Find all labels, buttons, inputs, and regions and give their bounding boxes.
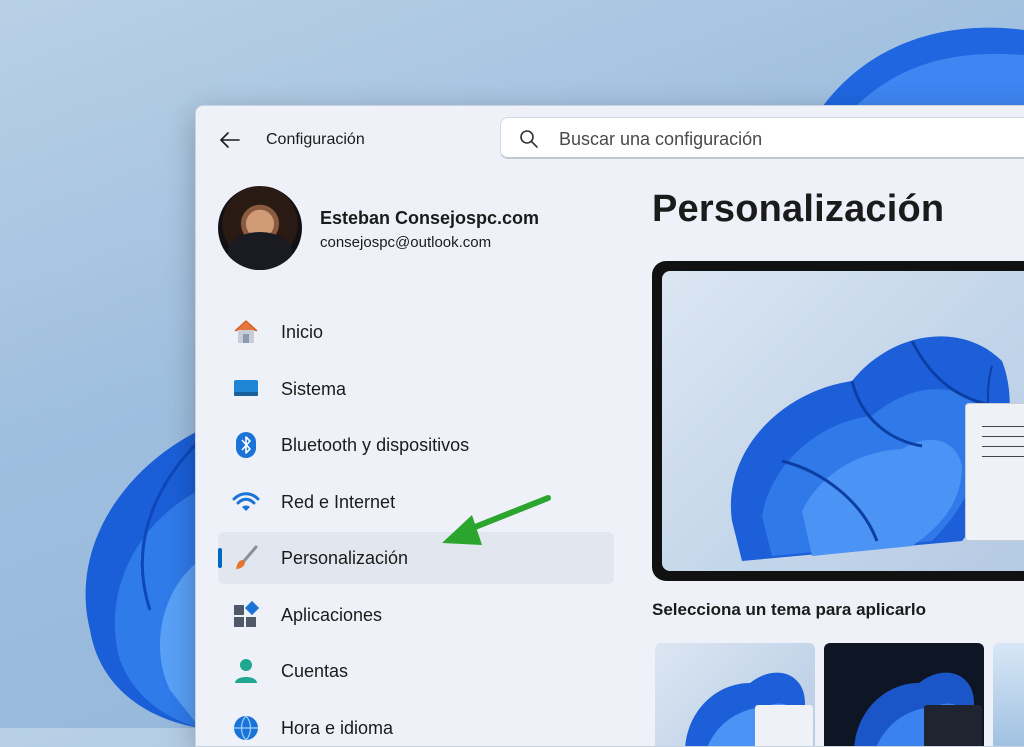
sidebar-item-label: Sistema <box>281 379 346 400</box>
wallpaper-bloom-left <box>0 430 200 728</box>
sidebar-item-label: Inicio <box>281 322 323 343</box>
sidebar-item-label: Hora e idioma <box>281 718 393 739</box>
sidebar-item-cuentas[interactable]: Cuentas <box>218 645 614 697</box>
search-input[interactable] <box>557 118 1024 160</box>
search-icon <box>519 129 539 149</box>
apps-icon <box>232 601 260 629</box>
search-box[interactable] <box>500 117 1024 159</box>
theme-light-bloom <box>655 643 815 747</box>
selection-indicator <box>218 548 222 568</box>
annotation-arrow <box>430 493 555 558</box>
sidebar-item-label: Personalización <box>281 548 408 569</box>
sidebar-item-inicio[interactable]: Inicio <box>218 306 614 358</box>
back-button[interactable] <box>216 126 244 154</box>
page-title: Personalización <box>652 188 944 231</box>
sidebar-item-label: Red e Internet <box>281 492 395 513</box>
wallpaper-preview <box>662 271 1024 571</box>
avatar <box>218 186 302 270</box>
account-icon <box>232 657 260 685</box>
sidebar-item-aplicaciones[interactable]: Aplicaciones <box>218 589 614 641</box>
sidebar-item-bluetooth[interactable]: Bluetooth y dispositivos <box>218 419 614 471</box>
sidebar-item-label: Aplicaciones <box>281 605 382 626</box>
theme-preview <box>652 261 1024 581</box>
themes-heading: Selecciona un tema para aplicarlo <box>652 600 926 620</box>
bluetooth-icon <box>232 431 260 459</box>
settings-window: Configuración Esteban Consejospc.com con… <box>195 105 1024 747</box>
theme-third[interactable] <box>993 643 1024 747</box>
sidebar-item-sistema[interactable]: Sistema <box>218 363 614 415</box>
theme-dark[interactable] <box>824 643 984 747</box>
home-icon <box>232 318 260 346</box>
back-arrow-icon <box>220 132 240 148</box>
title-bar: Configuración <box>196 106 1024 176</box>
sidebar-item-hora[interactable]: Hora e idioma <box>218 702 614 747</box>
theme-dark-bloom <box>824 643 984 747</box>
sidebar-item-label: Cuentas <box>281 661 348 682</box>
app-title: Configuración <box>266 131 365 149</box>
paintbrush-icon <box>232 544 260 572</box>
wifi-icon <box>232 488 260 516</box>
sidebar-item-label: Bluetooth y dispositivos <box>281 435 469 456</box>
preview-window-mock <box>965 403 1024 541</box>
user-name: Esteban Consejospc.com <box>320 208 580 229</box>
system-icon <box>232 375 260 403</box>
user-email: consejospc@outlook.com <box>320 234 580 251</box>
theme-light[interactable] <box>655 643 815 747</box>
